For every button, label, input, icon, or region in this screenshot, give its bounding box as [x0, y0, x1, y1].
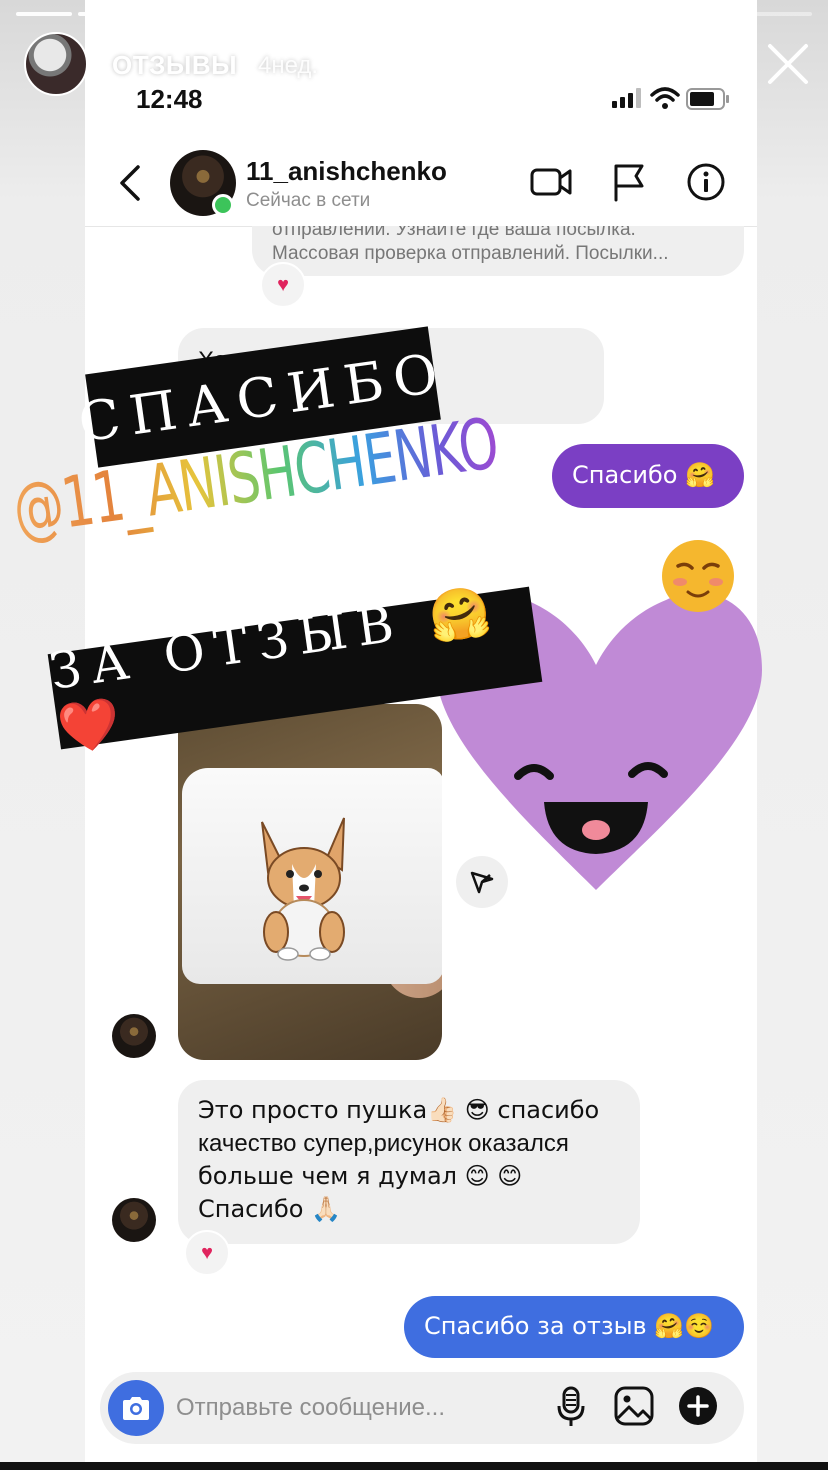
camera-icon	[123, 1397, 149, 1420]
status-clock: 12:48	[136, 84, 203, 114]
story-avatar[interactable]	[24, 32, 88, 96]
story-progress-segment	[447, 12, 504, 16]
story-progress-segment	[509, 12, 566, 16]
bottom-frame	[0, 1462, 828, 1470]
story-username[interactable]: ОТЗЫВЫ	[112, 50, 237, 81]
story-progress-segment	[571, 12, 627, 16]
story-progress-segment	[756, 12, 812, 16]
message-avatar[interactable]	[112, 1198, 156, 1242]
gallery-icon[interactable]	[614, 1386, 654, 1426]
microphone-icon[interactable]	[556, 1386, 586, 1428]
story-progress-segment	[16, 12, 72, 16]
story-time-ago: 4нед.	[258, 52, 319, 79]
story-progress-segment	[139, 12, 196, 16]
battery-icon	[686, 88, 729, 110]
heart-reaction[interactable]: ♥	[260, 262, 306, 308]
camera-button[interactable]	[108, 1380, 164, 1436]
story-progress-segment	[201, 12, 257, 16]
message-text: Спасибо 🤗	[572, 461, 715, 489]
message-input[interactable]	[176, 1388, 536, 1428]
info-icon[interactable]	[686, 162, 726, 202]
story-progress-segment	[694, 12, 751, 16]
quoted-line: отправлении. Узнайте где ваша посылка.	[272, 226, 636, 240]
outgoing-message-bubble[interactable]: Спасибо 🤗	[552, 444, 744, 508]
story-progress-segment	[632, 12, 689, 16]
close-icon[interactable]	[764, 40, 812, 88]
outgoing-message-bubble[interactable]: Спасибо за отзыв 🤗☺️	[404, 1296, 744, 1358]
add-icon[interactable]	[678, 1386, 718, 1426]
story-progress-bar	[16, 12, 812, 16]
video-call-icon[interactable]	[530, 162, 572, 202]
wifi-icon	[650, 87, 680, 109]
quoted-message-bubble[interactable]: отправлении. Узнайте где ваша посылка. М…	[252, 226, 744, 276]
story-margin-right	[757, 0, 828, 1470]
story-progress-segment	[77, 12, 134, 16]
story-progress-segment	[324, 12, 381, 16]
flag-icon[interactable]	[612, 162, 646, 202]
message-avatar[interactable]	[112, 1014, 156, 1058]
incoming-message-bubble[interactable]: Это просто пушка👍🏻 😎 спасибо качество су…	[178, 1080, 640, 1244]
shared-photo[interactable]	[178, 704, 442, 1060]
quoted-line: Массовая проверка отправлений. Посылки..…	[272, 243, 669, 264]
heart-reaction[interactable]: ♥	[184, 1230, 230, 1276]
message-text: больше чем я думал 😊 😊	[198, 1162, 523, 1190]
story-progress-segment	[386, 12, 442, 16]
cellular-signal-icon	[612, 88, 641, 108]
message-text: Это просто пушка👍🏻 😎 спасибо	[198, 1096, 600, 1124]
chat-online-status: Сейчас в сети	[246, 190, 371, 211]
chat-username[interactable]: 11_anishchenko	[246, 156, 447, 187]
message-text: Спасибо 🙏🏻	[198, 1195, 341, 1223]
message-text: Спасибо за отзыв 🤗☺️	[424, 1312, 715, 1340]
back-chevron-icon[interactable]	[116, 164, 144, 202]
corgi-embroidery-image	[261, 817, 345, 961]
message-text: качество супер,рисунок оказался	[198, 1130, 569, 1157]
online-indicator	[212, 194, 234, 216]
story-progress-segment	[262, 12, 319, 16]
